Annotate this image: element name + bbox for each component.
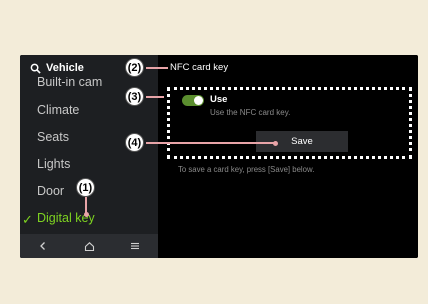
infotainment-screen: Vehicle Built-in cam Climate Seats Light… bbox=[20, 55, 418, 258]
sidebar: Vehicle Built-in cam Climate Seats Light… bbox=[20, 55, 158, 258]
menu-icon[interactable] bbox=[128, 239, 142, 253]
leader-line-3 bbox=[146, 96, 164, 98]
page-title: NFC card key bbox=[170, 62, 229, 73]
sidebar-item-door[interactable]: Door bbox=[37, 184, 64, 198]
sidebar-header[interactable]: Vehicle bbox=[30, 60, 84, 76]
manual-illustration: Vehicle Built-in cam Climate Seats Light… bbox=[0, 0, 428, 304]
leader-dot-1 bbox=[83, 212, 89, 217]
save-hint: To save a card key, press [Save] below. bbox=[178, 165, 315, 174]
home-icon[interactable] bbox=[82, 239, 96, 253]
sidebar-item-climate[interactable]: Climate bbox=[37, 103, 79, 117]
checkmark-icon: ✓ bbox=[22, 212, 33, 227]
chevron-left-icon[interactable] bbox=[36, 239, 50, 253]
callout-2: (2) bbox=[125, 58, 144, 77]
callout-4: (4) bbox=[125, 133, 144, 152]
bottom-nav-bar bbox=[20, 234, 158, 258]
callout-3: (3) bbox=[125, 87, 144, 106]
highlight-frame bbox=[167, 87, 412, 159]
sidebar-item-seats[interactable]: Seats bbox=[37, 130, 69, 144]
search-icon bbox=[30, 63, 41, 74]
leader-line-4 bbox=[146, 142, 276, 144]
callout-1: (1) bbox=[76, 178, 95, 197]
sidebar-item-built-in-cam[interactable]: Built-in cam bbox=[37, 77, 102, 91]
leader-line-2 bbox=[146, 67, 168, 69]
sidebar-title: Vehicle bbox=[46, 62, 84, 74]
leader-dot-4 bbox=[273, 140, 278, 146]
sidebar-item-lights[interactable]: Lights bbox=[37, 157, 70, 171]
